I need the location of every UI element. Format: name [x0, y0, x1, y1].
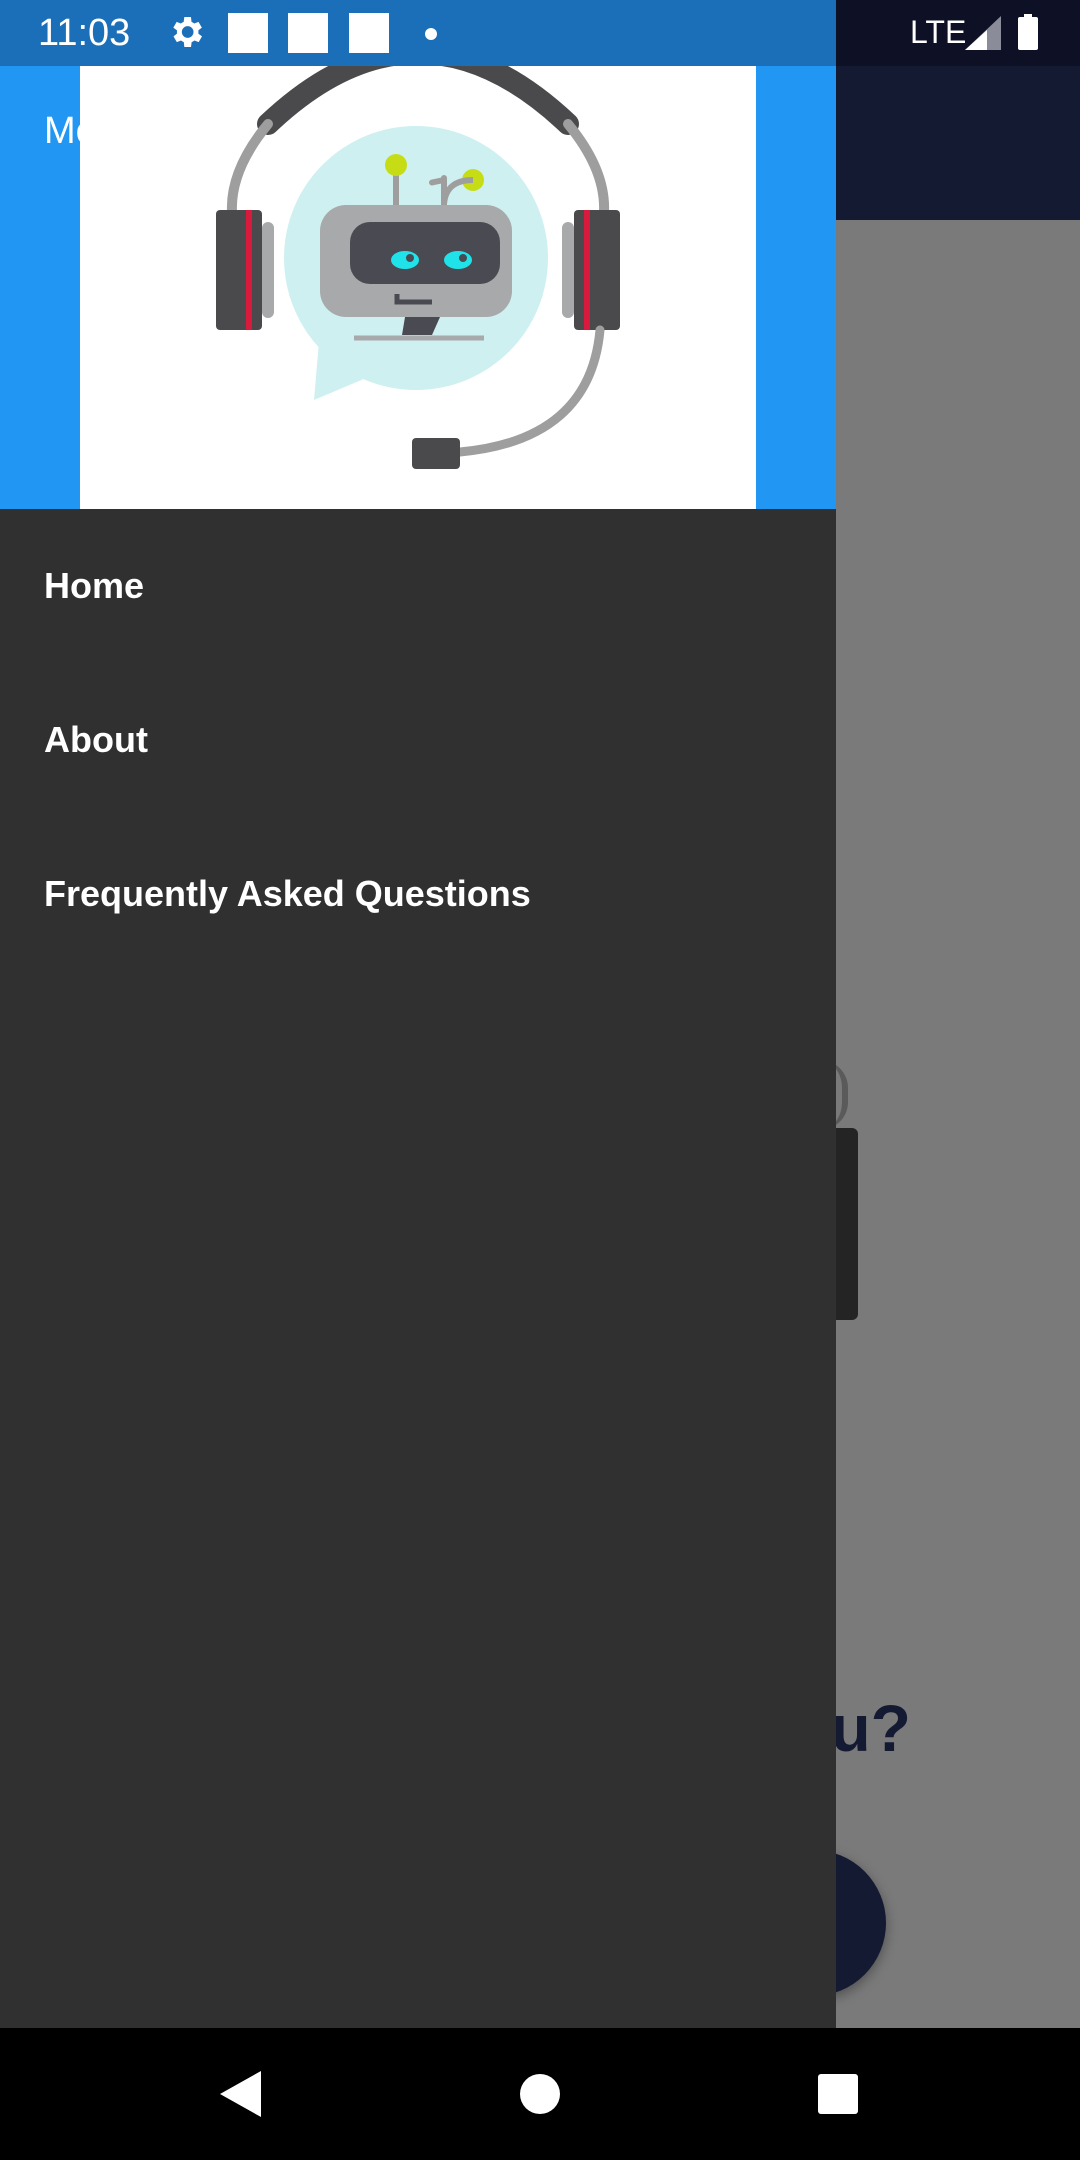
drawer-item-home[interactable]: Home — [0, 509, 836, 663]
notification-icon — [228, 13, 268, 53]
background-decoration — [836, 1128, 858, 1320]
support-robot-illustration — [80, 0, 756, 509]
home-icon — [520, 2074, 560, 2114]
home-button[interactable] — [470, 2028, 610, 2160]
back-icon — [220, 2071, 261, 2117]
network-type: LTE — [910, 14, 967, 50]
dot-icon — [425, 28, 437, 40]
navigation-drawer: Me Home About Frequently Asked Questions — [0, 0, 836, 2028]
drawer-menu: Home About Frequently Asked Questions — [0, 509, 836, 971]
system-navigation-bar — [0, 2028, 1080, 2160]
notification-icon — [288, 13, 328, 53]
status-bar: 11:03 LTE — [0, 0, 1080, 66]
recents-button[interactable] — [768, 2028, 908, 2160]
gear-icon — [173, 17, 202, 47]
drawer-item-label: About — [44, 719, 148, 760]
drawer-item-label: Frequently Asked Questions — [44, 873, 531, 914]
drawer-header: Me — [0, 0, 836, 509]
drawer-item-faq[interactable]: Frequently Asked Questions — [0, 817, 836, 971]
drawer-item-label: Home — [44, 565, 145, 606]
notification-icon — [349, 13, 389, 53]
back-button[interactable] — [170, 2028, 310, 2160]
status-time: 11:03 — [38, 12, 131, 54]
drawer-item-about[interactable]: About — [0, 663, 836, 817]
battery-icon — [1018, 14, 1038, 50]
recents-icon — [818, 2074, 858, 2114]
signal-icon — [965, 16, 1001, 50]
